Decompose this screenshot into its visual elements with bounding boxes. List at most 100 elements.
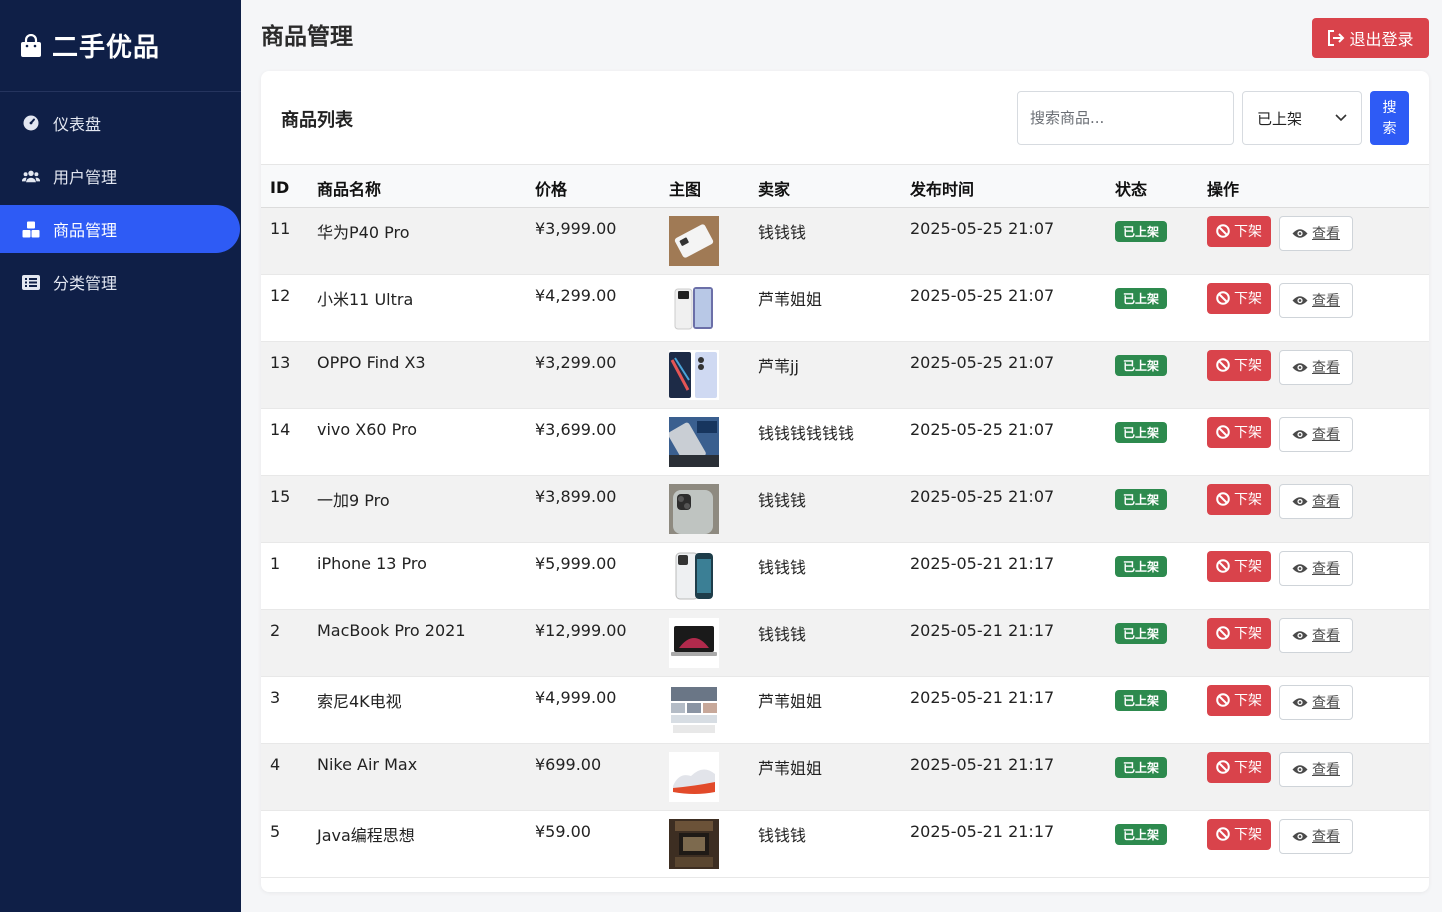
product-thumbnail[interactable] bbox=[669, 215, 719, 266]
status-badge: 已上架 bbox=[1115, 823, 1168, 845]
table-row: 3 索尼4K电视 ¥4,999.00 芦苇姐姐 2025-05-21 21:17… bbox=[261, 676, 1429, 743]
cell-id: 12 bbox=[270, 285, 291, 305]
status-badge: 已上架 bbox=[1115, 421, 1168, 443]
sidebar-item-users[interactable]: 用户管理 bbox=[0, 152, 241, 200]
column-header: 状态 bbox=[1106, 165, 1198, 208]
ban-icon bbox=[1216, 224, 1230, 238]
cell-image bbox=[660, 341, 749, 408]
view-label: 查看 bbox=[1312, 292, 1340, 308]
view-button[interactable]: 查看 bbox=[1279, 617, 1353, 653]
boxes-icon bbox=[22, 220, 40, 238]
cell-time: 2025-05-21 21:17 bbox=[910, 553, 1055, 573]
take-down-button[interactable]: 下架 bbox=[1207, 617, 1271, 649]
take-down-label: 下架 bbox=[1234, 625, 1262, 641]
product-thumbnail[interactable] bbox=[669, 684, 719, 735]
view-button[interactable]: 查看 bbox=[1279, 818, 1353, 854]
sidebar: 二手优品 仪表盘 用户管理 商品管理 分类管理 bbox=[0, 0, 241, 912]
row-actions: 下架 查看 bbox=[1207, 349, 1429, 385]
take-down-button[interactable]: 下架 bbox=[1207, 684, 1271, 716]
ban-icon bbox=[1216, 492, 1230, 506]
cell-image bbox=[660, 475, 749, 542]
take-down-button[interactable]: 下架 bbox=[1207, 215, 1271, 247]
product-thumbnail[interactable] bbox=[669, 483, 719, 534]
product-list-card: 商品列表 已上架 搜索 ID 商品名称 价格 主图 卖家 发布时间 bbox=[261, 71, 1429, 892]
view-button[interactable]: 查看 bbox=[1279, 349, 1353, 385]
eye-icon bbox=[1292, 563, 1308, 573]
dashboard-icon bbox=[22, 114, 40, 132]
chevron-down-icon bbox=[1335, 114, 1347, 122]
sidebar-item-products[interactable]: 商品管理 bbox=[0, 205, 240, 253]
sidebar-item-label: 商品管理 bbox=[53, 221, 118, 240]
eye-icon bbox=[1292, 295, 1308, 305]
sidebar-item-label: 分类管理 bbox=[53, 274, 118, 293]
product-thumbnail[interactable] bbox=[669, 349, 719, 400]
table-row: 4 Nike Air Max ¥699.00 芦苇姐姐 2025-05-21 2… bbox=[261, 743, 1429, 810]
shopping-bag-icon bbox=[21, 33, 41, 57]
cell-id: 1 bbox=[270, 553, 281, 573]
search-input[interactable] bbox=[1017, 91, 1234, 145]
ban-icon bbox=[1216, 760, 1230, 774]
product-thumbnail[interactable] bbox=[669, 818, 719, 869]
take-down-button[interactable]: 下架 bbox=[1207, 349, 1271, 381]
product-thumbnail[interactable] bbox=[669, 416, 719, 467]
row-actions: 下架 查看 bbox=[1207, 818, 1429, 854]
cell-image bbox=[660, 609, 749, 676]
column-header: 卖家 bbox=[749, 165, 901, 208]
status-select-value: 已上架 bbox=[1257, 109, 1303, 128]
cell-image bbox=[660, 542, 749, 609]
view-button[interactable]: 查看 bbox=[1279, 483, 1353, 519]
view-button[interactable]: 查看 bbox=[1279, 416, 1353, 452]
view-button[interactable]: 查看 bbox=[1279, 684, 1353, 720]
cell-name: 小米11 Ultra bbox=[317, 289, 414, 309]
sidebar-item-dashboard[interactable]: 仪表盘 bbox=[0, 99, 241, 147]
view-button[interactable]: 查看 bbox=[1279, 215, 1353, 251]
cell-name: Java编程思想 bbox=[317, 825, 415, 845]
table-row: 11 华为P40 Pro ¥3,999.00 钱钱钱 2025-05-25 21… bbox=[261, 207, 1429, 274]
cell-id: 14 bbox=[270, 419, 291, 439]
take-down-button[interactable]: 下架 bbox=[1207, 416, 1271, 448]
product-thumbnail[interactable] bbox=[669, 617, 719, 668]
status-select[interactable]: 已上架 bbox=[1242, 91, 1362, 145]
row-actions: 下架 查看 bbox=[1207, 751, 1429, 787]
cell-price: ¥3,899.00 bbox=[535, 486, 617, 506]
cell-actions: 下架 查看 bbox=[1198, 743, 1429, 810]
take-down-button[interactable]: 下架 bbox=[1207, 818, 1271, 850]
cell-seller: 芦苇姐姐 bbox=[758, 758, 823, 778]
column-header: ID bbox=[261, 165, 308, 208]
take-down-button[interactable]: 下架 bbox=[1207, 550, 1271, 582]
product-thumbnail[interactable] bbox=[669, 282, 719, 333]
product-thumbnail[interactable] bbox=[669, 550, 719, 601]
cell-status: 已上架 bbox=[1106, 408, 1198, 475]
view-button[interactable]: 查看 bbox=[1279, 282, 1353, 318]
search-button[interactable]: 搜索 bbox=[1370, 91, 1409, 145]
brand[interactable]: 二手优品 bbox=[0, 0, 241, 92]
search-button-label: 搜索 bbox=[1382, 99, 1397, 136]
view-label: 查看 bbox=[1312, 761, 1340, 777]
table-row: 1 iPhone 13 Pro ¥5,999.00 钱钱钱 2025-05-21… bbox=[261, 542, 1429, 609]
take-down-label: 下架 bbox=[1234, 692, 1262, 708]
take-down-button[interactable]: 下架 bbox=[1207, 751, 1271, 783]
page-title: 商品管理 bbox=[261, 24, 353, 50]
cell-image bbox=[660, 810, 749, 877]
eye-icon bbox=[1292, 496, 1308, 506]
take-down-button[interactable]: 下架 bbox=[1207, 483, 1271, 515]
view-button[interactable]: 查看 bbox=[1279, 550, 1353, 586]
cell-time: 2025-05-21 21:17 bbox=[910, 620, 1055, 640]
cell-price: ¥5,999.00 bbox=[535, 553, 617, 573]
take-down-label: 下架 bbox=[1234, 558, 1262, 574]
brand-title: 二手优品 bbox=[52, 33, 161, 63]
eye-icon bbox=[1292, 764, 1308, 774]
row-actions: 下架 查看 bbox=[1207, 483, 1429, 519]
take-down-button[interactable]: 下架 bbox=[1207, 282, 1271, 314]
row-actions: 下架 查看 bbox=[1207, 416, 1429, 452]
column-header: 主图 bbox=[660, 165, 749, 208]
cell-name: iPhone 13 Pro bbox=[317, 553, 427, 573]
column-header: 商品名称 bbox=[308, 165, 526, 208]
view-button[interactable]: 查看 bbox=[1279, 751, 1353, 787]
sidebar-item-categories[interactable]: 分类管理 bbox=[0, 258, 241, 306]
product-thumbnail[interactable] bbox=[669, 751, 719, 802]
take-down-label: 下架 bbox=[1234, 290, 1262, 306]
logout-button[interactable]: 退出登录 bbox=[1312, 18, 1429, 58]
card-header: 商品列表 已上架 搜索 bbox=[261, 71, 1429, 165]
cell-time: 2025-05-25 21:07 bbox=[910, 352, 1055, 372]
